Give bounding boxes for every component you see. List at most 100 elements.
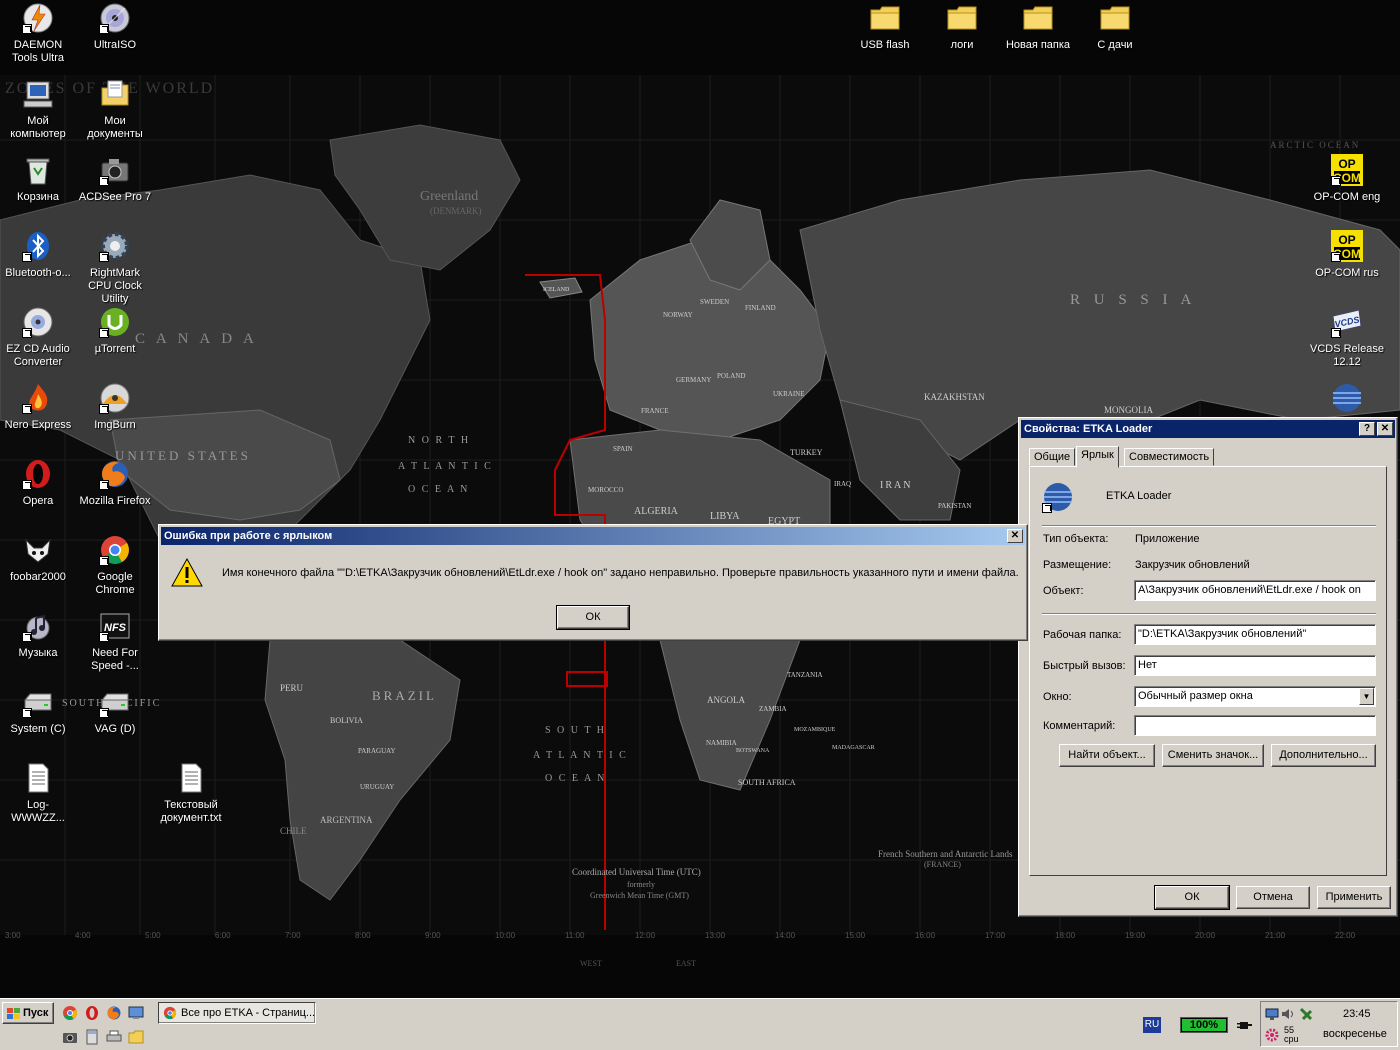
properties-panel: ETKA Loader Тип объекта: Приложение Разм… [1029, 466, 1387, 876]
desktop-icon-opcom-eng[interactable]: OP COM OP-COM eng [1309, 154, 1385, 204]
desktop-folder-logi[interactable]: логи [924, 2, 1000, 52]
utc-label-2: formerly [627, 880, 655, 889]
shortcut-arrow-icon [22, 708, 32, 718]
map-time-label: 18:00 [1055, 931, 1076, 940]
shortcut-arrow-icon [1042, 503, 1052, 513]
svg-text:OP: OP [1338, 233, 1355, 247]
camera-icon[interactable] [62, 1029, 78, 1045]
desktop-icon-etka-partial[interactable] [1309, 382, 1385, 419]
tab-compatibility[interactable]: Совместимость [1124, 448, 1215, 466]
desktop-icon-nero[interactable]: Nero Express [0, 382, 76, 432]
speaker-icon[interactable] [1281, 1007, 1295, 1021]
desktop-icon-my-computer[interactable]: Мой компьютер [0, 78, 76, 141]
comment-label: Комментарий: [1043, 720, 1116, 732]
firefox-icon[interactable] [106, 1005, 122, 1021]
opera-icon[interactable] [84, 1005, 100, 1021]
shortcut-arrow-icon [99, 252, 109, 262]
desktop-icon-my-documents[interactable]: Мои документы [77, 78, 153, 141]
desktop-folder-usb-flash[interactable]: USB flash [847, 2, 923, 52]
tab-general[interactable]: Общие [1029, 448, 1076, 466]
desktop-icon-ultraiso[interactable]: UltraISO [77, 2, 153, 52]
map-label-norway: NORWAY [663, 311, 693, 319]
ok-button[interactable]: ОК [556, 605, 630, 630]
folder-icon[interactable] [128, 1029, 144, 1045]
clock-time[interactable]: 23:45 [1343, 1008, 1371, 1020]
close-button[interactable]: ✕ [1007, 529, 1023, 543]
folder-icon [946, 2, 978, 34]
desktop-icon-opera[interactable]: Opera [0, 458, 76, 508]
cancel-button[interactable]: Отмена [1236, 886, 1310, 909]
properties-title: Свойства: ETKA Loader [1024, 423, 1153, 435]
comment-field[interactable] [1134, 715, 1376, 736]
desktop-icon-vag-d[interactable]: VAG (D) [77, 686, 153, 736]
desktop-icon-system-c[interactable]: System (C) [0, 686, 76, 736]
desktop-icon-bluetooth[interactable]: Bluetooth-о... [0, 230, 76, 280]
map-time-label: 10:00 [495, 931, 516, 940]
map-label-brazil: BRAZIL [372, 688, 437, 703]
taskbar-button-etka-page[interactable]: Все про ETKA - Страниц... [158, 1002, 316, 1024]
desktop-icon-imgburn[interactable]: ImgBurn [77, 382, 153, 432]
map-label-spain: SPAIN [613, 445, 633, 453]
text-file-icon [175, 762, 207, 794]
ok-button[interactable]: ОК [1154, 885, 1230, 910]
shortcut-arrow-icon [1331, 252, 1341, 262]
desktop-icon-opcom-rus[interactable]: OP COM OP-COM rus [1309, 230, 1385, 280]
advanced-button[interactable]: Дополнительно... [1271, 744, 1376, 767]
chrome-icon[interactable] [62, 1005, 78, 1021]
opera-icon [22, 458, 54, 490]
desktop-icon-acdsee[interactable]: ACDSee Pro 7 [77, 154, 153, 204]
language-indicator[interactable]: RU [1143, 1017, 1161, 1033]
desktop-icon-vcds[interactable]: VCDS VCDS Release 12.12 [1309, 306, 1385, 369]
battery-indicator[interactable]: 100% [1180, 1017, 1228, 1033]
map-antarctic-label: French Southern and Antarctic Lands [878, 849, 1013, 859]
desktop-icon-recycle-bin[interactable]: Корзина [0, 154, 76, 204]
error-title-bar[interactable]: Ошибка при работе с ярлыком ✕ [161, 527, 1025, 545]
antivirus-icon[interactable] [1299, 1007, 1313, 1021]
desktop-icon-daemon-tools[interactable]: DAEMON Tools Ultra [0, 2, 76, 65]
start-button[interactable]: Пуск [2, 1002, 54, 1024]
error-title: Ошибка при работе с ярлыком [164, 530, 333, 542]
map-time-label: 22:00 [1335, 931, 1356, 940]
tab-shortcut[interactable]: Ярлык [1076, 446, 1119, 468]
find-target-button[interactable]: Найти объект... [1059, 744, 1155, 767]
hotkey-field[interactable]: Нет [1134, 655, 1376, 676]
change-icon-button[interactable]: Сменить значок... [1162, 744, 1264, 767]
desktop-icon-text-doc[interactable]: Текстовый документ.txt [153, 762, 229, 825]
desktop-icon-log[interactable]: Log-WWWZZ... [0, 762, 76, 825]
network-icon[interactable] [1265, 1007, 1279, 1021]
desktop-icon-nfs[interactable]: NFS Need For Speed -... [77, 610, 153, 673]
apply-button[interactable]: Применить [1317, 886, 1391, 909]
desktop-icon-firefox[interactable]: Mozilla Firefox [77, 458, 153, 508]
workdir-field[interactable]: "D:\ETKA\Закрузчик обновлений" [1134, 624, 1376, 645]
desktop-icon-music[interactable]: Музыка [0, 610, 76, 660]
properties-title-bar[interactable]: Свойства: ETKA Loader ? ✕ [1021, 420, 1395, 438]
desktop-icon-utorrent[interactable]: µTorrent [77, 306, 153, 356]
calculator-icon[interactable] [84, 1029, 100, 1045]
desktop-folder-sdachi[interactable]: С дачи [1077, 2, 1153, 52]
firefox-icon [99, 458, 131, 490]
location-value: Закрузчик обновлений [1135, 559, 1250, 571]
window-select[interactable]: Обычный размер окна ▼ [1134, 686, 1376, 707]
desktop-icon-foobar[interactable]: foobar2000 [0, 534, 76, 584]
map-time-label: 17:00 [985, 931, 1006, 940]
desktop-icon-chrome[interactable]: Google Chrome [77, 534, 153, 597]
desktop-folder-new[interactable]: Новая папка [1000, 2, 1076, 52]
target-field[interactable]: A\Закрузчик обновлений\EtLdr.exe / hook … [1134, 580, 1376, 601]
shortcut-arrow-icon [99, 404, 109, 414]
map-label-russia: R U S S I A [1070, 292, 1196, 308]
map-time-label: 7:00 [285, 931, 301, 940]
desktop-icon-rightmark[interactable]: RightMark CPU Clock Utility [77, 230, 153, 306]
desktop-icon-ezcd[interactable]: EZ CD Audio Converter [0, 306, 76, 369]
chevron-down-icon[interactable]: ▼ [1359, 688, 1374, 705]
utc-label-3: Greenwich Mean Time (GMT) [590, 891, 689, 900]
error-dialog: Ошибка при работе с ярлыком ✕ Имя конечн… [158, 524, 1028, 641]
foobar-icon [22, 534, 54, 566]
shortcut-arrow-icon [1331, 176, 1341, 186]
close-button[interactable]: ✕ [1377, 422, 1393, 436]
opcom-icon: OP COM [1331, 230, 1363, 262]
printer-icon[interactable] [106, 1029, 122, 1045]
etka-globe-icon [1331, 382, 1363, 414]
desktop-show-icon[interactable] [128, 1005, 144, 1021]
gear-icon[interactable] [1265, 1028, 1279, 1042]
help-button[interactable]: ? [1359, 422, 1375, 436]
